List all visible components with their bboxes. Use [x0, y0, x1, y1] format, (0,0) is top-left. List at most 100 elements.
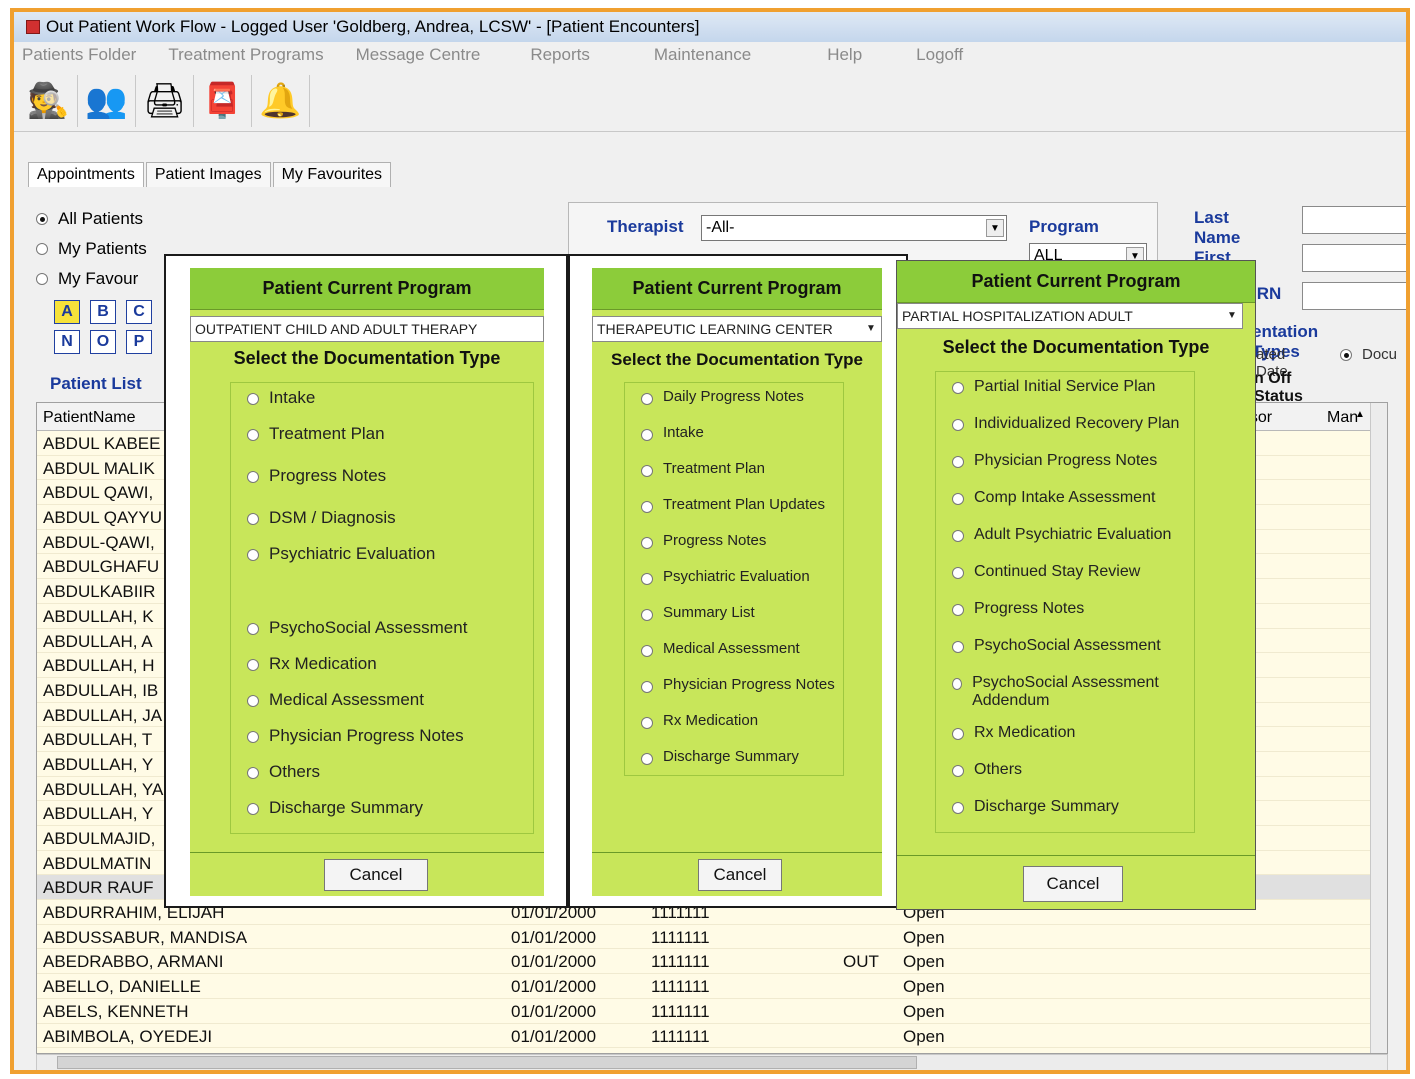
tab-appointments[interactable]: Appointments — [28, 162, 144, 187]
letter-p-button[interactable]: P — [126, 330, 152, 354]
mrn-input[interactable] — [1302, 282, 1406, 310]
doc-type-option[interactable]: Continued Stay Review — [952, 563, 1188, 581]
doc-type-option[interactable]: Treatment Plan — [247, 424, 527, 444]
doc-type-option[interactable]: PsychoSocial Assessment — [247, 618, 527, 638]
menu-reports[interactable]: Reports — [530, 45, 590, 65]
table-row[interactable]: ABDUSSABUR, MANDISA 01/01/2000 1111111 Open — [37, 925, 1372, 950]
table-row[interactable]: ABELLO, DANIELLE 01/01/2000 1111111 Open — [37, 974, 1372, 999]
doc-type-heading: Select the Documentation Type — [611, 350, 863, 369]
last-name-input[interactable] — [1302, 206, 1406, 234]
doc-type-option[interactable]: PsychoSocial Assessment Addendum — [952, 674, 1188, 709]
doc-type-option[interactable]: Discharge Summary — [247, 798, 527, 818]
dialog-title: Patient Current Program — [592, 268, 882, 310]
doc-type-option[interactable]: Daily Progress Notes — [641, 388, 837, 406]
option-label: Discharge Summary — [269, 798, 423, 817]
doc-type-option[interactable]: Progress Notes — [952, 600, 1188, 618]
option-label: Progress Notes — [663, 532, 767, 549]
horizontal-scrollbar[interactable] — [36, 1054, 1388, 1070]
cancel-button[interactable]: Cancel — [698, 859, 782, 891]
cancel-button[interactable]: Cancel — [324, 859, 428, 891]
cancel-button[interactable]: Cancel — [1023, 866, 1123, 902]
scanner-icon[interactable]: 🖨 — [136, 74, 194, 127]
letter-o-button[interactable]: O — [90, 330, 116, 354]
therapist-select[interactable]: -All- ▼ — [701, 215, 1007, 241]
doc-type-option[interactable]: Psychiatric Evaluation — [641, 568, 837, 586]
program-select-1[interactable]: OUTPATIENT CHILD AND ADULT THERAPY — [190, 316, 544, 342]
doc-type-option[interactable]: Summary List — [641, 604, 837, 622]
vertical-scrollbar[interactable] — [1370, 403, 1387, 1053]
patient-name-cell: ABDULLAH, Y — [43, 754, 154, 774]
title-bar: Out Patient Work Flow - Logged User 'Gol… — [14, 12, 1406, 42]
doc-type-option[interactable]: Adult Psychiatric Evaluation — [952, 526, 1188, 544]
doc-type-option[interactable]: Medical Assessment — [247, 690, 527, 710]
menu-help[interactable]: Help — [827, 45, 862, 65]
help-desk-icon[interactable]: 🕵 — [20, 74, 78, 127]
table-row[interactable]: ABEDRABBO, ARMANI 01/01/2000 1111111 OUT Ope… — [37, 949, 1372, 975]
doc-type-option[interactable]: Psychiatric Evaluation — [247, 544, 527, 564]
menu-patients-folder[interactable]: Patients Folder — [22, 45, 136, 65]
flag-cell: OUT — [843, 952, 879, 972]
col-man[interactable]: Man — [1327, 409, 1358, 427]
doc-type-option[interactable]: Discharge Summary — [641, 748, 837, 766]
users-icon[interactable]: 👥 — [78, 74, 136, 127]
letter-a-button[interactable]: A — [54, 300, 80, 324]
letter-n-button[interactable]: N — [54, 330, 80, 354]
doc-type-option[interactable]: Physician Progress Notes — [247, 726, 527, 746]
doc-type-option[interactable]: Rx Medication — [952, 724, 1188, 742]
doc-type-option[interactable]: Treatment Plan — [641, 460, 837, 478]
letter-b-button[interactable]: B — [90, 300, 116, 324]
first-name-input[interactable] — [1302, 244, 1406, 272]
menu-treatment-programs[interactable]: Treatment Programs — [168, 45, 323, 65]
option-label: Partial Initial Service Plan — [974, 378, 1156, 395]
doc-type-option[interactable]: Progress Notes — [247, 466, 527, 486]
doc-type-option[interactable]: Partial Initial Service Plan — [952, 378, 1188, 396]
doc-type-option[interactable]: Intake — [641, 424, 837, 442]
my-favourites-radio[interactable]: My Favour — [36, 264, 147, 294]
doc-type-option[interactable]: Treatment Plan Updates — [641, 496, 837, 514]
program-select-2[interactable]: THERAPEUTIC LEARNING CENTER ▼ — [592, 316, 882, 342]
radio-icon — [641, 681, 653, 693]
doc-type-option[interactable]: Rx Medication — [641, 712, 837, 730]
radio-icon — [641, 537, 653, 549]
menu-logoff[interactable]: Logoff — [916, 45, 963, 65]
doc-type-option[interactable]: Others — [952, 761, 1188, 779]
all-patients-radio[interactable]: All Patients — [36, 204, 147, 234]
doc-type-options-3: Partial Initial Service Plan Individualiz… — [935, 371, 1195, 833]
tab-my-favourites[interactable]: My Favourites — [272, 162, 392, 187]
app-window: Out Patient Work Flow - Logged User 'Gol… — [10, 8, 1410, 1074]
program-select-3[interactable]: PARTIAL HOSPITALIZATION ADULT ▼ — [897, 303, 1243, 329]
option-label: Psychiatric Evaluation — [663, 568, 810, 585]
my-patients-radio[interactable]: My Patients — [36, 234, 147, 264]
doc-type-option[interactable]: Rx Medication — [247, 654, 527, 674]
tab-patient-images[interactable]: Patient Images — [145, 162, 271, 187]
option-label: Intake — [269, 388, 316, 407]
option-label: Rx Medication — [269, 654, 377, 673]
menu-maintenance[interactable]: Maintenance — [654, 45, 751, 65]
letter-c-button[interactable]: C — [126, 300, 152, 324]
doc-type-option[interactable]: Discharge Summary — [952, 798, 1188, 816]
doc-type-option[interactable]: Comp Intake Assessment — [952, 489, 1188, 507]
doc-type-option[interactable]: Medical Assessment — [641, 640, 837, 658]
status-cell: Open — [903, 1026, 945, 1046]
table-row[interactable]: ABIMBOLA, OYEDEJI 01/01/2000 1111111 Open — [37, 1024, 1372, 1049]
scroll-thumb[interactable] — [57, 1056, 917, 1069]
doc-type-option[interactable]: Physician Progress Notes — [952, 452, 1188, 470]
option-label: Others — [269, 762, 321, 781]
patient-name-cell: ABDULLAH, K — [43, 606, 154, 626]
menu-message-centre[interactable]: Message Centre — [356, 45, 481, 65]
doc-type-option[interactable]: Intake — [247, 388, 527, 408]
radio-icon — [641, 717, 653, 729]
doc-type-option[interactable]: Progress Notes — [641, 532, 837, 550]
doc-type-option[interactable]: Physician Progress Notes — [641, 676, 837, 694]
doc-option[interactable]: Docu — [1340, 346, 1397, 363]
radio-icon — [952, 493, 964, 505]
bell-icon[interactable]: 🔔 — [252, 74, 310, 127]
mail-icon[interactable]: 📮 — [194, 74, 252, 127]
doc-type-option[interactable]: DSM / Diagnosis — [247, 508, 527, 528]
table-row[interactable]: ABELS, KENNETH 01/01/2000 1111111 Open — [37, 999, 1372, 1024]
col-patient-name[interactable]: PatientName — [43, 409, 136, 427]
doc-type-option[interactable]: PsychoSocial Assessment — [952, 637, 1188, 655]
doc-type-option[interactable]: Individualized Recovery Plan — [952, 415, 1188, 433]
doc-type-option[interactable]: Others — [247, 762, 527, 782]
radio-icon — [641, 753, 653, 765]
